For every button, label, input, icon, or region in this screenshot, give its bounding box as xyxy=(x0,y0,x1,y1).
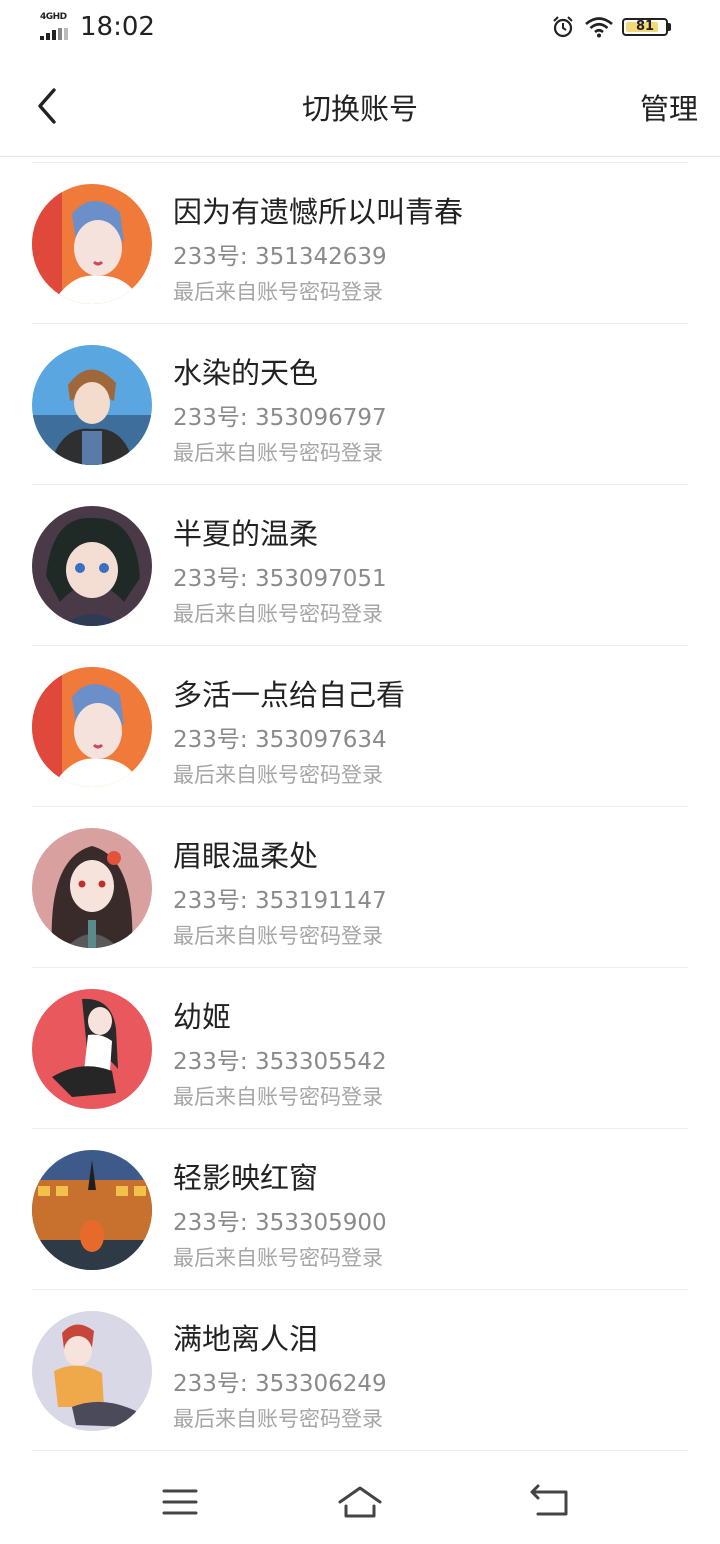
battery-icon: 81 xyxy=(622,18,672,38)
account-name: 多活一点给自己看 xyxy=(173,678,406,712)
back-return-icon xyxy=(530,1484,568,1516)
clock: 18:02 xyxy=(80,12,155,42)
account-login-method: 最后来自账号密码登录 xyxy=(173,280,383,304)
avatar xyxy=(32,828,152,948)
screen: 4GHD 18:02 81 切换账号 管理 因为有遗憾所以叫青春 233号: 3… xyxy=(0,0,720,1544)
avatar xyxy=(32,506,152,626)
avatar xyxy=(32,1311,152,1431)
status-icons: 81 xyxy=(552,14,682,42)
account-id: 233号: 353191147 xyxy=(173,888,387,914)
page-title: 切换账号 xyxy=(301,92,418,126)
nav-header: 切换账号 管理 xyxy=(0,58,720,157)
account-id: 233号: 353096797 xyxy=(173,405,387,431)
avatar xyxy=(32,345,152,465)
avatar xyxy=(32,1150,152,1270)
account-item[interactable]: 多活一点给自己看 233号: 353097634 最后来自账号密码登录 xyxy=(32,646,688,807)
back-nav-button[interactable] xyxy=(526,1480,574,1524)
account-id: 233号: 353097634 xyxy=(173,727,387,753)
account-login-method: 最后来自账号密码登录 xyxy=(173,441,383,465)
account-item[interactable]: 轻影映红窗 233号: 353305900 最后来自账号密码登录 xyxy=(32,1129,688,1290)
account-name: 眉眼温柔处 xyxy=(173,839,319,873)
account-id: 233号: 353305900 xyxy=(173,1210,387,1236)
signal-icon: 4GHD xyxy=(40,12,72,40)
home-button[interactable] xyxy=(336,1480,384,1524)
account-list: 因为有遗憾所以叫青春 233号: 351342639 最后来自账号密码登录 水染… xyxy=(32,162,688,1451)
avatar xyxy=(32,184,152,304)
battery-level: 81 xyxy=(635,19,655,34)
account-id: 233号: 353306249 xyxy=(173,1371,387,1397)
avatar xyxy=(32,667,152,787)
alarm-icon xyxy=(553,16,573,38)
account-login-method: 最后来自账号密码登录 xyxy=(173,1407,383,1431)
account-login-method: 最后来自账号密码登录 xyxy=(173,1085,383,1109)
account-name: 水染的天色 xyxy=(173,356,319,390)
account-login-method: 最后来自账号密码登录 xyxy=(173,924,383,948)
home-icon xyxy=(338,1486,382,1518)
account-login-method: 最后来自账号密码登录 xyxy=(173,1246,383,1270)
account-id: 233号: 353305542 xyxy=(173,1049,387,1075)
account-item[interactable]: 幼姬 233号: 353305542 最后来自账号密码登录 xyxy=(32,968,688,1129)
account-item[interactable]: 因为有遗憾所以叫青春 233号: 351342639 最后来自账号密码登录 xyxy=(32,163,688,324)
account-item[interactable]: 半夏的温柔 233号: 353097051 最后来自账号密码登录 xyxy=(32,485,688,646)
account-id: 233号: 353097051 xyxy=(173,566,387,592)
account-name: 半夏的温柔 xyxy=(173,517,319,551)
system-nav-bar xyxy=(0,1460,720,1544)
network-type: 4GHD xyxy=(40,12,67,22)
account-name: 满地离人泪 xyxy=(173,1322,319,1356)
wifi-icon xyxy=(585,17,613,38)
account-item[interactable]: 满地离人泪 233号: 353306249 最后来自账号密码登录 xyxy=(32,1290,688,1451)
account-login-method: 最后来自账号密码登录 xyxy=(173,602,383,626)
account-item[interactable]: 眉眼温柔处 233号: 353191147 最后来自账号密码登录 xyxy=(32,807,688,968)
avatar xyxy=(32,989,152,1109)
account-login-method: 最后来自账号密码登录 xyxy=(173,763,383,787)
manage-button[interactable]: 管理 xyxy=(640,86,698,128)
account-name: 轻影映红窗 xyxy=(173,1161,319,1195)
account-item[interactable]: 水染的天色 233号: 353096797 最后来自账号密码登录 xyxy=(32,324,688,485)
account-id: 233号: 351342639 xyxy=(173,244,387,270)
account-name: 幼姬 xyxy=(173,1000,232,1034)
menu-button[interactable] xyxy=(156,1480,204,1524)
menu-icon xyxy=(162,1489,198,1515)
status-bar: 4GHD 18:02 81 xyxy=(0,0,720,58)
account-name: 因为有遗憾所以叫青春 xyxy=(173,195,464,229)
